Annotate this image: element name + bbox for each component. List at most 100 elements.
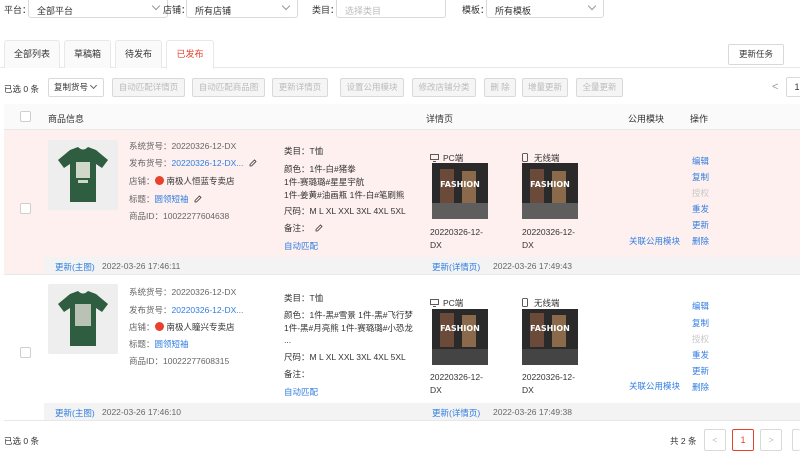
update-main-link[interactable]: 更新(主图) <box>55 261 95 273</box>
authorize-link[interactable]: 授权 <box>692 187 709 199</box>
auto-match-link[interactable]: 自动匹配 <box>284 240 318 252</box>
edit-pencil-icon[interactable] <box>249 159 257 167</box>
row-checkbox[interactable] <box>20 347 31 358</box>
shop-label: 店铺： <box>129 322 155 332</box>
update-main-link[interactable]: 更新(主图) <box>55 407 95 419</box>
category-label: 类目： <box>312 5 340 15</box>
shop-row: 店铺： 南极人恒蓝专卖店 <box>129 175 235 187</box>
pc-label-row: PC端 <box>430 297 463 309</box>
mobile-detail-image[interactable]: FASHION <box>522 309 578 365</box>
mobile-detail-image[interactable]: FASHION <box>522 163 578 219</box>
edit-pencil-icon[interactable] <box>194 195 202 203</box>
copy-link[interactable]: 复制 <box>692 317 709 329</box>
full-update-button[interactable]: 全量更新 <box>576 78 623 97</box>
product-thumbnail[interactable] <box>48 284 118 354</box>
incremental-update-button[interactable]: 增量更新 <box>522 78 568 97</box>
fashion-image: FASHION <box>432 163 488 219</box>
update-link[interactable]: 更新 <box>692 365 709 377</box>
update-detail-link[interactable]: 更新(详情页) <box>432 261 480 273</box>
pc-date: 20220326-12-DX <box>430 227 483 250</box>
link-public-module[interactable]: 关联公用模块 <box>629 235 680 247</box>
link-public-module[interactable]: 关联公用模块 <box>629 380 680 392</box>
platform-select[interactable]: 全部平台 <box>28 0 168 18</box>
next-page-button[interactable]: > <box>760 429 782 451</box>
shop-logo-icon <box>154 322 164 331</box>
color-line-2: 1件-黑#月亮熊 1件-赛璐璐#小恐龙 <box>284 323 413 333</box>
shop-name: 南极人瞳兴专卖店 <box>166 322 235 332</box>
update-detail-link[interactable]: 更新(详情页) <box>432 407 480 419</box>
template-select[interactable]: 所有模板 <box>486 0 604 18</box>
republish-link[interactable]: 重发 <box>692 203 709 215</box>
tab-all[interactable]: 全部列表 <box>4 40 60 68</box>
tab-drafts[interactable]: 草稿箱 <box>64 40 111 68</box>
image-caption: FASHION <box>530 324 570 333</box>
page-prev-icon[interactable]: < <box>772 81 778 93</box>
tab-published[interactable]: 已发布 <box>166 40 214 69</box>
shop-select[interactable]: 所有店铺 <box>186 0 298 18</box>
shop-label: 店铺： <box>129 176 155 186</box>
delete-link[interactable]: 删除 <box>692 235 709 247</box>
image-caption: FASHION <box>440 324 480 333</box>
auto-match-detail-button[interactable]: 自动匹配详情页 <box>112 78 185 97</box>
delete-button[interactable]: 删 除 <box>484 78 516 97</box>
batch-toolbar: 已选 0 条 复制货号 自动匹配详情页 自动匹配商品图 更新详情页 设置公用模块… <box>0 77 800 98</box>
platform-value: 全部平台 <box>37 6 74 16</box>
product-thumbnail[interactable] <box>48 140 118 210</box>
edit-link[interactable]: 编辑 <box>692 155 709 167</box>
authorize-link[interactable]: 授权 <box>692 333 709 345</box>
pc-date: 20220326-12-DX <box>430 372 483 395</box>
pc-detail-image[interactable]: FASHION <box>432 163 488 219</box>
title-link[interactable]: 圆领短袖 <box>155 194 189 204</box>
row-footer: 更新(主图) 2022-03-26 17:46:11 更新(详情页) 2022-… <box>44 257 800 274</box>
publish-sku-row: 发布货号：20220326-12-DX... <box>129 304 243 316</box>
edit-link[interactable]: 编辑 <box>692 300 709 312</box>
refresh-task-button[interactable]: 更新任务 <box>728 44 784 65</box>
header-actions: 操作 <box>690 114 709 124</box>
prev-page-button[interactable]: < <box>704 429 726 451</box>
color-line-1: 颜色：1件-白#猪拳 <box>284 164 356 174</box>
shop-name: 南极人恒蓝专卖店 <box>166 176 235 186</box>
mobile-label: 无线端 <box>534 298 560 308</box>
fashion-image: FASHION <box>432 309 488 365</box>
tab-pending[interactable]: 待发布 <box>115 40 162 68</box>
page-size-select[interactable] <box>792 429 800 451</box>
mobile-icon <box>522 298 528 307</box>
select-all-checkbox[interactable] <box>20 111 31 122</box>
total-count: 共 2 条 <box>670 436 697 446</box>
page-number[interactable]: 1 <box>786 77 800 97</box>
copy-sku-button[interactable]: 复制货号 <box>48 78 104 97</box>
chevron-down-icon <box>587 1 597 11</box>
category-select[interactable]: 选择类目 <box>336 0 446 18</box>
product-id: 商品ID：10022277604638 <box>129 211 230 221</box>
auto-match-link[interactable]: 自动匹配 <box>284 386 318 398</box>
pc-detail-image[interactable]: FASHION <box>432 309 488 365</box>
product-id: 商品ID：10022277608315 <box>129 356 230 366</box>
delete-link[interactable]: 删除 <box>692 381 709 393</box>
republish-link[interactable]: 重发 <box>692 349 709 361</box>
title-link[interactable]: 圆领短袖 <box>155 339 189 349</box>
header-detail-page: 详情页 <box>426 114 454 124</box>
monitor-icon <box>430 154 439 162</box>
table-header: 商品信息 详情页 公用模块 操作 <box>4 104 800 130</box>
set-public-module-button[interactable]: 设置公用模块 <box>340 78 404 97</box>
copy-link[interactable]: 复制 <box>692 171 709 183</box>
publish-sku-link[interactable]: 20220326-12-DX... <box>172 158 244 168</box>
title-row: 标题：圆领短袖 <box>129 193 202 205</box>
update-main-time: 2022-03-26 17:46:11 <box>102 261 181 271</box>
copy-sku-label: 复制货号 <box>54 82 89 92</box>
color-line-2: 1件-赛璐璐#星星宇航 <box>284 177 365 187</box>
platform-label: 平台： <box>4 5 32 15</box>
update-detail-button[interactable]: 更新详情页 <box>272 78 328 97</box>
row-checkbox[interactable] <box>20 203 31 214</box>
auto-match-image-button[interactable]: 自动匹配商品图 <box>192 78 265 97</box>
footer-selected-count: 已选 0 条 <box>4 436 39 446</box>
publish-sku-link[interactable]: 20220326-12-DX... <box>172 305 244 315</box>
tshirt-image <box>48 140 118 210</box>
edit-pencil-icon[interactable] <box>315 224 323 232</box>
sizes: 尺码：M L XL XXL 3XL 4XL 5XL <box>284 352 406 362</box>
sizes: 尺码：M L XL XXL 3XL 4XL 5XL <box>284 206 406 216</box>
edit-shop-category-button[interactable]: 修改店铺分类 <box>412 78 476 97</box>
current-page-button[interactable]: 1 <box>732 429 754 451</box>
image-caption: FASHION <box>530 180 570 189</box>
update-link[interactable]: 更新 <box>692 219 709 231</box>
